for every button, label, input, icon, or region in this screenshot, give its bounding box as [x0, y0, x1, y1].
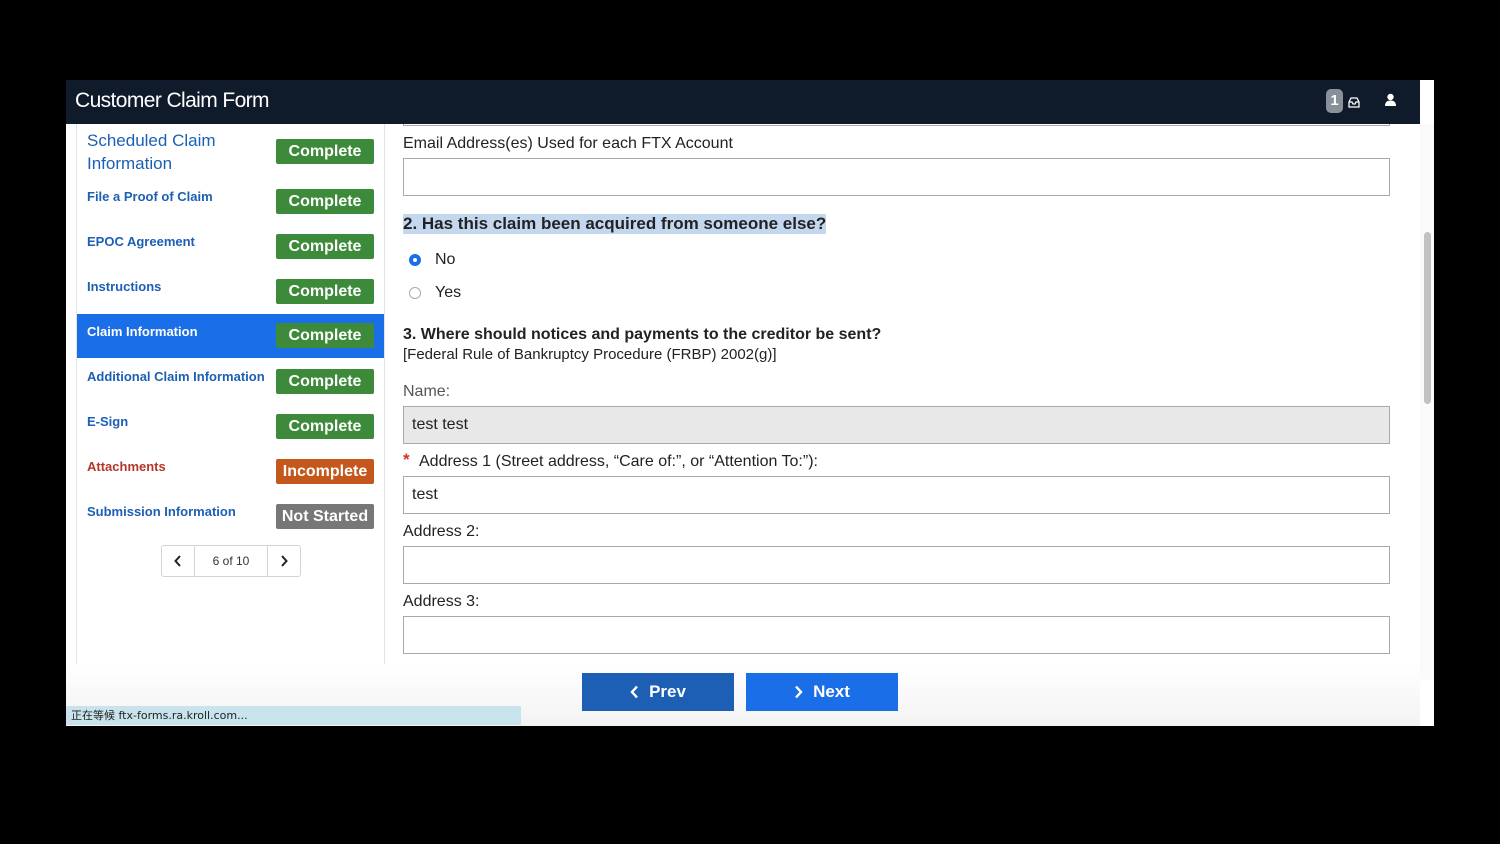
address3-label: Address 3:: [403, 593, 480, 610]
radio-button-checked[interactable]: [409, 254, 421, 266]
radio-no[interactable]: No: [409, 251, 455, 269]
status-badge: Complete: [276, 234, 374, 259]
address2-field[interactable]: [403, 546, 1390, 584]
status-badge: Incomplete: [276, 459, 374, 484]
sidebar: Scheduled Claim Information Complete Fil…: [76, 124, 385, 664]
pager-next-button[interactable]: [267, 546, 300, 576]
sidebar-item-attachments[interactable]: Attachments Incomplete: [77, 454, 384, 494]
chevron-right-icon: [281, 555, 288, 567]
sidebar-item-label: Submission Information: [87, 504, 236, 519]
sidebar-item-label: Attachments: [87, 459, 166, 474]
prev-button-label: Prev: [649, 682, 686, 701]
status-badge: Complete: [276, 189, 374, 214]
chevron-left-icon: [630, 685, 638, 699]
sidebar-item-label: Instructions: [87, 279, 162, 294]
address1-value: test: [412, 486, 438, 503]
inbox-icon[interactable]: [1348, 95, 1360, 113]
radio-label-no: No: [435, 251, 456, 268]
browser-window: Customer Claim Form 1 Scheduled Claim In…: [66, 80, 1434, 726]
sidebar-item-claim-information[interactable]: Claim Information Complete: [77, 314, 384, 358]
sidebar-item-label: Additional Claim Information: [87, 369, 265, 384]
status-badge: Not Started: [276, 504, 374, 529]
sidebar-item-file-proof-of-claim[interactable]: File a Proof of Claim Complete: [77, 184, 384, 224]
notification-badge[interactable]: 1: [1326, 89, 1343, 113]
radio-label-yes: Yes: [435, 284, 462, 301]
address3-field[interactable]: [403, 616, 1390, 654]
name-value: test test: [412, 416, 469, 433]
app-header: Customer Claim Form 1: [66, 80, 1420, 124]
sidebar-item-scheduled-claim-information[interactable]: Scheduled Claim Information Complete: [77, 128, 384, 174]
chevron-left-icon: [174, 555, 181, 567]
question-3-subtitle: [Federal Rule of Bankruptcy Procedure (F…: [403, 346, 777, 363]
prev-button[interactable]: Prev: [582, 673, 734, 711]
scrollbar-thumb[interactable]: [1424, 232, 1431, 404]
sidebar-item-label: Scheduled Claim Information: [87, 131, 216, 173]
name-field: test test: [403, 406, 1390, 444]
address2-label: Address 2:: [403, 523, 480, 540]
sidebar-item-label: E-Sign: [87, 414, 129, 429]
sidebar-item-submission-information[interactable]: Submission Information Not Started: [77, 499, 384, 539]
next-button[interactable]: Next: [746, 673, 898, 711]
status-badge: Complete: [276, 369, 374, 394]
sidebar-item-label: EPOC Agreement: [87, 234, 195, 249]
sidebar-item-label: File a Proof of Claim: [87, 189, 213, 204]
radio-yes[interactable]: Yes: [409, 284, 461, 302]
section-pager: 6 of 10: [161, 545, 301, 577]
radio-button[interactable]: [409, 287, 421, 299]
status-badge: Complete: [276, 414, 374, 439]
status-badge: Complete: [276, 323, 374, 348]
sidebar-item-label: Claim Information: [87, 324, 198, 339]
browser-status-bar: 正在等候 ftx-forms.ra.kroll.com...: [66, 706, 521, 725]
sidebar-item-e-sign[interactable]: E-Sign Complete: [77, 409, 384, 449]
name-label: Name:: [403, 383, 451, 400]
required-indicator: *: [403, 450, 410, 469]
form-panel: Email Address(es) Used for each FTX Acco…: [403, 124, 1390, 664]
sidebar-item-instructions[interactable]: Instructions Complete: [77, 274, 384, 314]
user-icon[interactable]: [1384, 93, 1397, 112]
sidebar-item-additional-claim-information[interactable]: Additional Claim Information Complete: [77, 364, 384, 404]
chevron-right-icon: [795, 685, 803, 699]
pager-prev-button[interactable]: [162, 546, 195, 576]
email-field[interactable]: [403, 158, 1390, 196]
address1-field[interactable]: test: [403, 476, 1390, 514]
app-title: Customer Claim Form: [75, 89, 270, 112]
question-3-title: 3. Where should notices and payments to …: [403, 326, 882, 343]
pager-text: 6 of 10: [212, 554, 250, 568]
previous-field-input[interactable]: [403, 124, 1390, 126]
address1-label: Address 1 (Street address, “Care of:”, o…: [419, 453, 818, 470]
next-button-label: Next: [813, 682, 850, 701]
status-badge: Complete: [276, 279, 374, 304]
sidebar-item-epoc-agreement[interactable]: EPOC Agreement Complete: [77, 229, 384, 269]
email-label: Email Address(es) Used for each FTX Acco…: [403, 135, 733, 152]
question-2-title: 2. Has this claim been acquired from som…: [403, 214, 827, 234]
status-badge: Complete: [276, 139, 374, 164]
